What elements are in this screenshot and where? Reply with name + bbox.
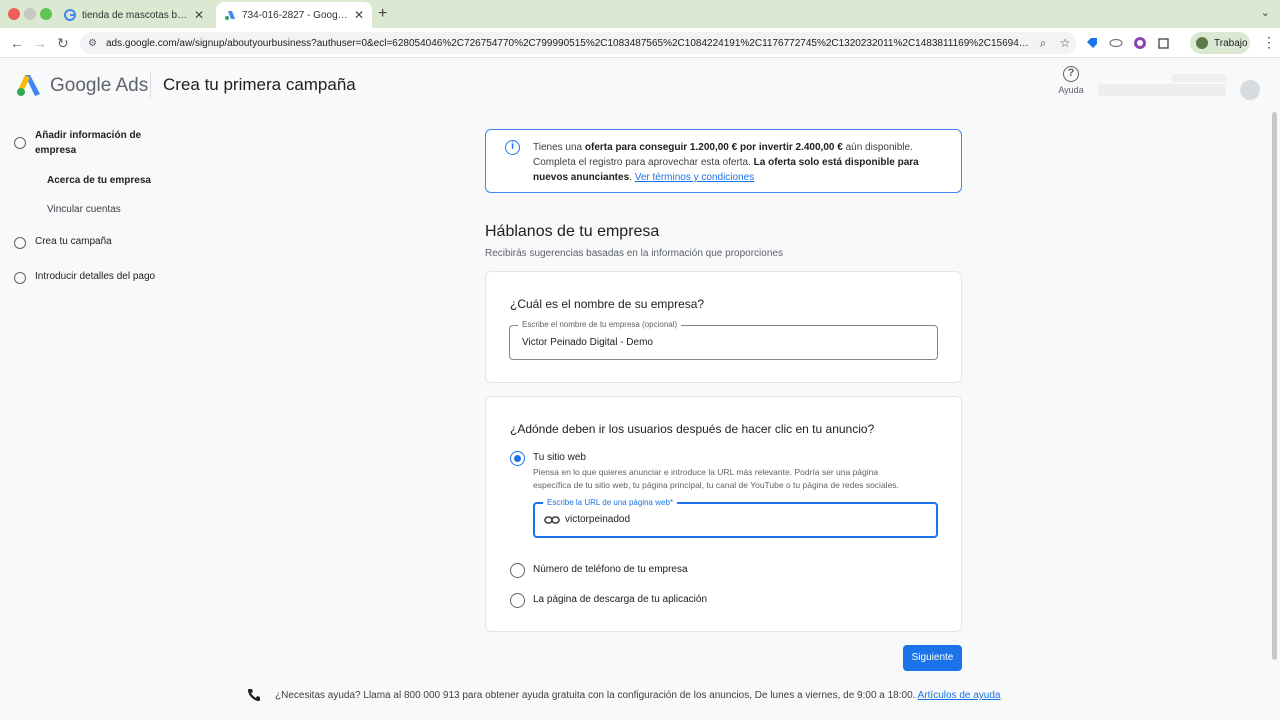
business-name-question: ¿Cuál es el nombre de su empresa? bbox=[510, 297, 705, 311]
phone-icon bbox=[248, 689, 260, 701]
step-circle-icon bbox=[14, 272, 26, 284]
google-ads-favicon-icon bbox=[225, 11, 235, 20]
address-bar[interactable]: ⚙ ads.google.com/aw/signup/aboutyourbusi… bbox=[80, 32, 1076, 54]
offer-text-part: Completa el registro para aprovechar est… bbox=[533, 157, 754, 168]
website-url-label: Escribe la URL de una página web* bbox=[543, 498, 678, 507]
new-tab-button[interactable]: + bbox=[378, 5, 387, 23]
business-name-field-label: Escribe el nombre de tu empresa (opciona… bbox=[518, 320, 682, 329]
website-url-input[interactable]: Escribe la URL de una página web* victor… bbox=[533, 498, 938, 538]
step-circle-icon bbox=[14, 137, 26, 149]
extension-tag-icon[interactable] bbox=[1085, 36, 1099, 50]
radio-phone-label[interactable]: Número de teléfono de tu empresa bbox=[533, 564, 688, 575]
browser-toolbar: ← → ↻ ⚙ ads.google.com/aw/signup/aboutyo… bbox=[0, 28, 1280, 58]
business-name-field[interactable]: Escribe el nombre de tu empresa (opciona… bbox=[509, 320, 938, 360]
close-tab-icon[interactable]: ✕ bbox=[194, 8, 204, 22]
offer-text-part: aún disponible. bbox=[842, 142, 913, 153]
extensions-puzzle-icon[interactable] bbox=[1157, 36, 1171, 50]
extension-color-icon[interactable] bbox=[1133, 36, 1147, 50]
page-title: Crea tu primera campaña bbox=[163, 75, 356, 94]
step-label: Introducir detalles del pago bbox=[35, 271, 156, 282]
footer-help-text: ¿Necesitas ayuda? Llama al 800 000 913 p… bbox=[275, 690, 918, 701]
profile-label: Trabajo bbox=[1214, 37, 1248, 49]
next-button[interactable]: Siguiente bbox=[903, 645, 962, 671]
forward-arrow-icon[interactable]: → bbox=[33, 35, 47, 51]
reload-icon[interactable]: ↻ bbox=[57, 35, 69, 52]
radio-website-label[interactable]: Tu sitio web bbox=[533, 452, 586, 463]
destination-question: ¿Adónde deben ir los usuarios después de… bbox=[510, 422, 875, 436]
browser-menu-icon[interactable]: ⋮ bbox=[1262, 34, 1276, 51]
browser-tab-active[interactable]: 734-016-2827 - Google Ads ✕ bbox=[216, 2, 372, 28]
step-label-line1: Añadir información de bbox=[35, 130, 142, 141]
site-settings-icon[interactable]: ⚙ bbox=[88, 38, 100, 49]
zoom-icon[interactable]: ⌕ bbox=[1032, 36, 1054, 51]
header-divider bbox=[150, 72, 151, 98]
step-label: Crea tu campaña bbox=[35, 236, 112, 247]
tab-title: tienda de mascotas barcelona bbox=[82, 9, 188, 21]
close-tab-icon[interactable]: ✕ bbox=[354, 8, 364, 22]
google-ads-logo-icon bbox=[17, 75, 40, 96]
extension-eye-icon[interactable] bbox=[1109, 36, 1123, 50]
radio-website[interactable] bbox=[510, 451, 525, 466]
brand-wordmark: Google Ads bbox=[50, 75, 149, 96]
tab-search-chevron-icon[interactable]: ⌄ bbox=[1261, 6, 1270, 19]
website-url-value: victorpeinadod bbox=[565, 514, 631, 525]
info-icon: i bbox=[505, 140, 520, 155]
section-subtitle: Recibirás sugerencias basadas en la info… bbox=[485, 248, 783, 259]
back-arrow-icon[interactable]: ← bbox=[10, 35, 24, 51]
help-articles-link[interactable]: Artículos de ayuda bbox=[918, 690, 1001, 701]
step-label-line2: empresa bbox=[35, 145, 77, 156]
substep-about-business[interactable]: Acerca de tu empresa bbox=[47, 175, 151, 186]
close-window-button[interactable] bbox=[8, 8, 20, 20]
link-icon bbox=[544, 516, 560, 524]
footer-text: ¿Necesitas ayuda? Llama al 800 000 913 p… bbox=[275, 690, 1000, 701]
account-id-blurred bbox=[1172, 74, 1226, 82]
website-help-line1: Piensa en lo que quieres anunciar e intr… bbox=[533, 467, 879, 477]
google-favicon-icon bbox=[64, 9, 76, 21]
profile-avatar bbox=[1196, 37, 1208, 49]
help-question-icon: ? bbox=[1063, 66, 1079, 82]
radio-app-label[interactable]: La página de descarga de tu aplicación bbox=[533, 594, 707, 605]
destination-card: ¿Adónde deben ir los usuarios después de… bbox=[485, 396, 962, 632]
tab-title: 734-016-2827 - Google Ads bbox=[242, 9, 348, 21]
website-help-line2: específica de tu sitio web, tu página pr… bbox=[533, 480, 899, 490]
help-label: Ayuda bbox=[1058, 85, 1084, 95]
radio-phone[interactable] bbox=[510, 563, 525, 578]
offer-emphasis: nuevos anunciantes bbox=[533, 172, 630, 183]
offer-text-part: Tienes una bbox=[533, 142, 585, 153]
section-title: Háblanos de tu empresa bbox=[485, 223, 660, 240]
business-name-card: ¿Cuál es el nombre de su empresa? Escrib… bbox=[485, 271, 962, 383]
bookmark-star-icon[interactable]: ☆ bbox=[1054, 36, 1076, 50]
avatar[interactable] bbox=[1240, 80, 1260, 100]
offer-amount: oferta para conseguir 1.200,00 € por inv… bbox=[584, 142, 843, 153]
minimize-window-button[interactable] bbox=[24, 8, 36, 20]
url-text: ads.google.com/aw/signup/aboutyourbusine… bbox=[106, 37, 1032, 49]
browser-tab-bar: tienda de mascotas barcelona ✕ 734-016-2… bbox=[0, 0, 1280, 28]
profile-button[interactable]: Trabajo bbox=[1190, 32, 1250, 54]
offer-banner: i Tienes una oferta para conseguir 1.200… bbox=[485, 129, 962, 193]
account-email-blurred bbox=[1098, 84, 1226, 96]
help-button[interactable]: ? Ayuda bbox=[1054, 66, 1088, 95]
maximize-window-button[interactable] bbox=[40, 8, 52, 20]
radio-app[interactable] bbox=[510, 593, 525, 608]
business-name-value: Victor Peinado Digital - Demo bbox=[522, 337, 653, 348]
offer-text: Tienes una oferta para conseguir 1.200,0… bbox=[533, 140, 943, 185]
step-circle-icon bbox=[14, 237, 26, 249]
terms-link[interactable]: Ver términos y condiciones bbox=[635, 172, 755, 183]
page-scrollbar[interactable] bbox=[1272, 112, 1277, 660]
substep-link-accounts[interactable]: Vincular cuentas bbox=[47, 204, 121, 215]
offer-emphasis: La oferta solo está disponible para bbox=[753, 157, 919, 168]
browser-tab[interactable]: tienda de mascotas barcelona ✕ bbox=[56, 2, 212, 28]
